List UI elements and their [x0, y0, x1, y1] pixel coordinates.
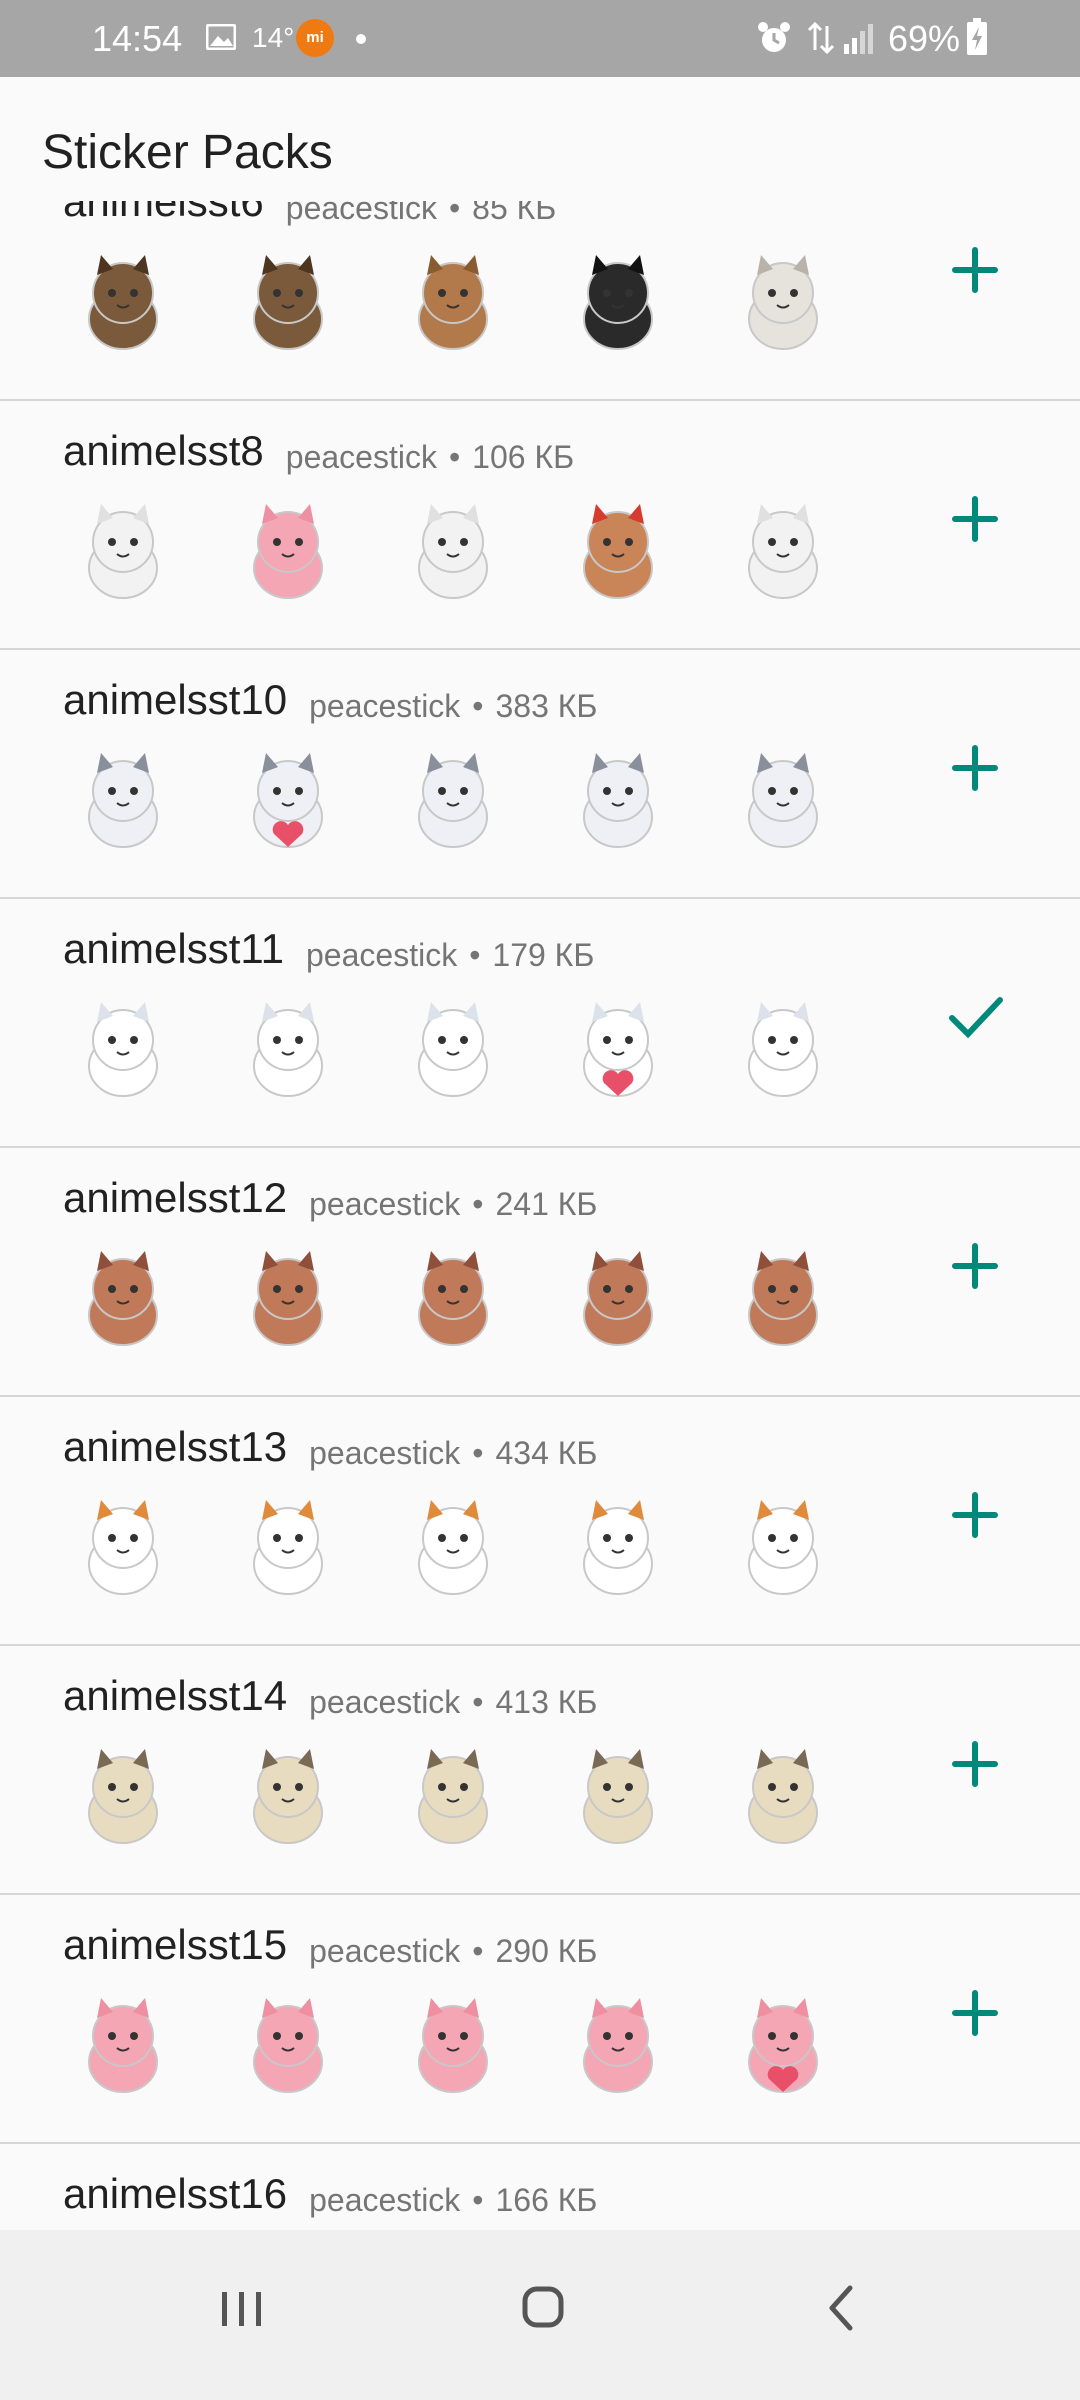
mi-icon: mi — [296, 19, 334, 57]
fluffy-dog-heart-sticker — [583, 1002, 653, 1097]
kitten-heart-sticker — [253, 753, 323, 848]
brown-cat-grumpy-sticker — [418, 1251, 488, 1346]
sticker-preview-strip — [0, 402, 1080, 650]
sticker-preview-strip — [0, 2145, 1080, 2230]
alarm-icon — [758, 22, 790, 52]
bird-sticker — [253, 255, 323, 350]
sticker-pack-row[interactable]: animelsst15 peacestick • 290 КБ — [0, 1896, 1080, 2144]
kitten-star-sticker — [583, 753, 653, 848]
fluffy-dog-smile-sticker — [418, 1002, 488, 1097]
status-bar: 14:54 14° mi 69% — [0, 0, 1080, 77]
add-pack-icon[interactable] — [930, 474, 1020, 564]
pink-cat-heart-sticker — [748, 1998, 818, 2093]
kitten-dizzy-sticker — [748, 753, 818, 848]
sticker-preview-strip — [0, 1896, 1080, 2144]
brown-cat-money-sticker — [253, 1251, 323, 1346]
calico-cat-laugh-sticker — [748, 1500, 818, 1595]
pink-cat-stars-sticker — [253, 1998, 323, 2093]
cow-sticker — [88, 504, 158, 599]
crow-sticker — [583, 255, 653, 350]
owl-sticker — [88, 255, 158, 350]
add-pack-icon[interactable] — [930, 225, 1020, 315]
kitten-cry-sticker — [418, 753, 488, 848]
hedgehog-sticker — [88, 1749, 158, 1844]
sticker-preview-strip — [0, 1647, 1080, 1895]
hedgehog-laugh-sticker — [418, 1749, 488, 1844]
brown-cat-sticker — [88, 1251, 158, 1346]
sticker-preview-strip — [0, 201, 1080, 401]
bulldog-sticker — [748, 255, 818, 350]
hedgehog-snack-sticker — [748, 1749, 818, 1844]
sticker-pack-list[interactable]: animelsst6 peacestick • 85 КБ animelsst8 peac… — [0, 201, 1080, 2230]
navigation-bar — [0, 2230, 1080, 2400]
add-pack-icon[interactable] — [930, 1221, 1020, 1311]
sticker-preview-strip — [0, 1149, 1080, 1397]
goose-sticker — [418, 504, 488, 599]
snail-sticker — [418, 255, 488, 350]
sticker-pack-row[interactable]: animelsst10 peacestick • 383 КБ — [0, 651, 1080, 899]
sticker-pack-row[interactable]: animelsst13 peacestick • 434 КБ — [0, 1398, 1080, 1646]
calico-cat-sparkle-sticker — [418, 1500, 488, 1595]
sticker-pack-row[interactable]: animelsst6 peacestick • 85 КБ — [0, 201, 1080, 401]
pink-cat-sad-sticker — [418, 1998, 488, 2093]
pink-cat-photo-sticker — [583, 1998, 653, 2093]
calico-cat-sticker — [253, 1500, 323, 1595]
home-icon[interactable] — [510, 2274, 576, 2340]
fluffy-dog-toothbrush-sticker — [748, 1002, 818, 1097]
added-check-icon[interactable] — [930, 972, 1020, 1062]
sticker-pack-row[interactable]: animelsst11 peacestick • 179 КБ — [0, 900, 1080, 1148]
fluffy-dog-sticker — [88, 1002, 158, 1097]
sticker-preview-strip — [0, 651, 1080, 899]
add-pack-icon[interactable] — [930, 1719, 1020, 1809]
mobile-data-icon — [807, 21, 835, 55]
sticker-preview-strip — [0, 1398, 1080, 1646]
sticker-preview-strip — [0, 900, 1080, 1148]
back-icon[interactable] — [812, 2276, 872, 2340]
sticker-pack-row[interactable]: animelsst14 peacestick • 413 КБ — [0, 1647, 1080, 1895]
calico-cat-blush-sticker — [583, 1500, 653, 1595]
pig-sticker — [253, 504, 323, 599]
sticker-pack-row[interactable]: animelsst16 peacestick • 166 КБ — [0, 2145, 1080, 2230]
brown-cat-lying-sticker — [583, 1251, 653, 1346]
notification-dot-icon — [356, 34, 366, 44]
add-pack-icon[interactable] — [930, 723, 1020, 813]
chicken-sticker — [583, 504, 653, 599]
fluffy-dog-love-sticker — [253, 1002, 323, 1097]
page-title: Sticker Packs — [42, 126, 333, 179]
recent-apps-icon[interactable] — [212, 2278, 272, 2338]
pink-cat-sticker — [88, 1998, 158, 2093]
status-time: 14:54 — [92, 18, 183, 59]
hedgehog-sigh-sticker — [253, 1749, 323, 1844]
gallery-icon — [206, 24, 236, 50]
kitten-sticker — [88, 753, 158, 848]
add-pack-icon[interactable] — [930, 1470, 1020, 1560]
add-pack-icon[interactable] — [930, 2217, 1020, 2230]
sticker-pack-row[interactable]: animelsst12 peacestick • 241 КБ — [0, 1149, 1080, 1397]
app-bar: Sticker Packs — [0, 77, 1080, 201]
brown-cat-leaf-sticker — [748, 1251, 818, 1346]
battery-charging-icon — [967, 18, 987, 55]
sticker-pack-row[interactable]: animelsst8 peacestick • 106 КБ — [0, 402, 1080, 650]
add-pack-icon[interactable] — [930, 1968, 1020, 2058]
cow-kiss-sticker — [748, 504, 818, 599]
signal-icon — [844, 24, 873, 54]
status-temperature: 14° — [252, 22, 295, 53]
hedgehog-umbrella-sticker — [583, 1749, 653, 1844]
calico-cat-tired-sticker — [88, 1500, 158, 1595]
battery-percentage: 69% — [888, 18, 961, 59]
